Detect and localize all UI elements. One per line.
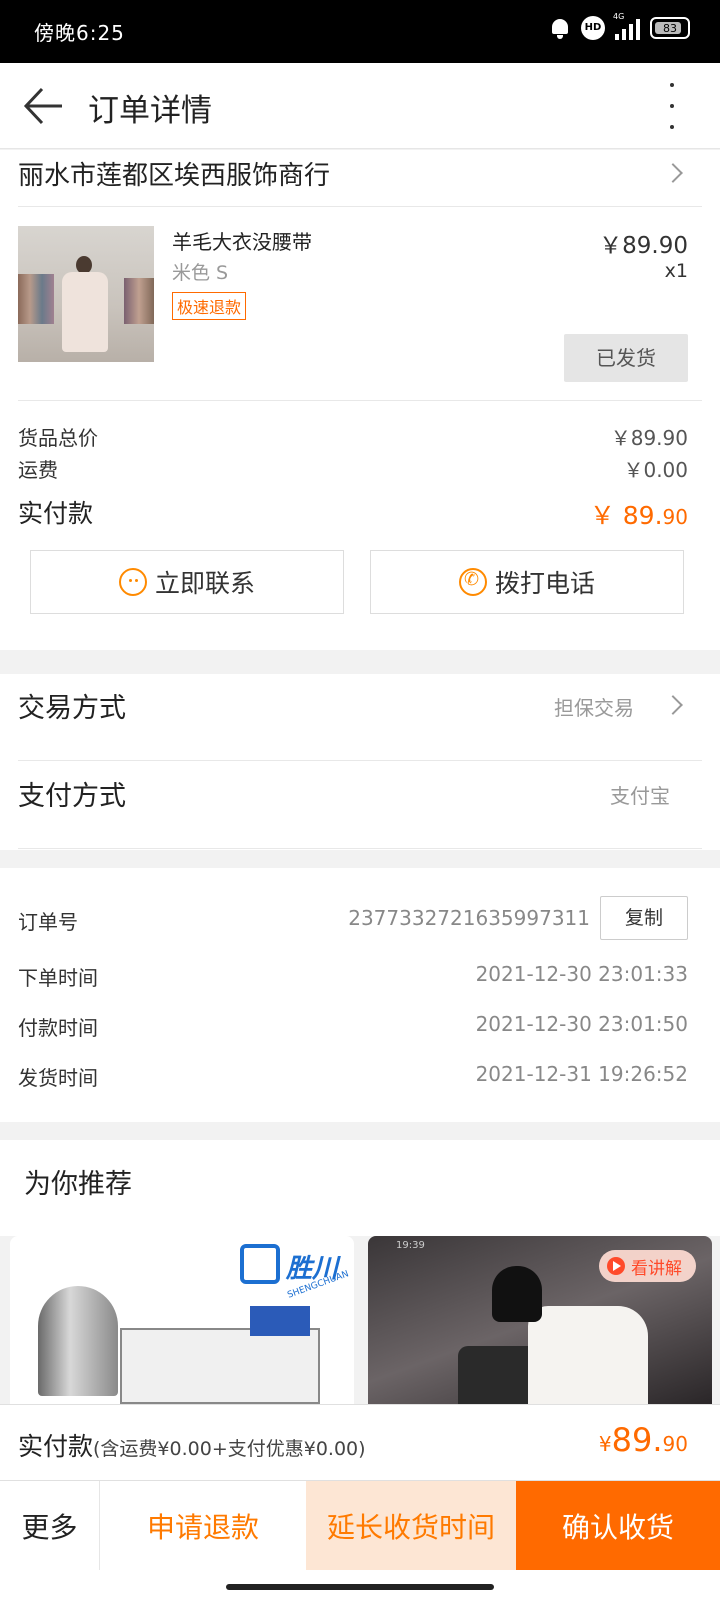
shipped-status-button[interactable]: 已发货 bbox=[564, 334, 688, 382]
chevron-right-icon[interactable] bbox=[663, 163, 683, 183]
trade-method-value[interactable]: 担保交易 bbox=[554, 692, 634, 721]
actual-payment-label: 实付款 bbox=[18, 499, 94, 528]
video-timestamp: 19:39 bbox=[396, 1240, 425, 1251]
phone-icon bbox=[458, 568, 487, 596]
divider bbox=[18, 848, 702, 849]
product-price: ￥89.90 bbox=[599, 233, 688, 259]
battery-icon: 83 bbox=[650, 17, 690, 39]
watch-explanation-badge[interactable]: 看讲解 bbox=[599, 1250, 696, 1282]
recommendations-grid: 胜川 SHENGCHUAN 19:39 看讲解 bbox=[0, 1236, 720, 1404]
shop-name[interactable]: 丽水市莲都区埃西服饰商行 bbox=[18, 155, 330, 192]
status-time: 傍晚6:25 bbox=[34, 21, 125, 45]
product-spec: 米色 S bbox=[172, 262, 229, 284]
contact-seller-label: 立即联系 bbox=[154, 569, 255, 598]
payment-summary-bar: 实付款(含运费¥0.00+支付优惠¥0.00) ¥89.90 bbox=[0, 1404, 720, 1480]
extend-receipt-button[interactable]: 延长收货时间 bbox=[306, 1481, 516, 1570]
product-thumbnail[interactable] bbox=[18, 226, 154, 362]
trade-info-card: 交易方式 担保交易 支付方式 支付宝 bbox=[0, 674, 720, 850]
summary-label: 实付款(含运费¥0.00+支付优惠¥0.00) bbox=[18, 1432, 366, 1461]
order-number-label: 订单号 bbox=[18, 910, 78, 934]
payment-method-label: 支付方式 bbox=[18, 781, 126, 812]
home-indicator[interactable] bbox=[226, 1584, 494, 1590]
order-paid-value: 2021-12-30 23:01:50 bbox=[475, 1012, 688, 1036]
order-created-value: 2021-12-30 23:01:33 bbox=[475, 962, 688, 986]
summary-detail: (含运费¥0.00+支付优惠¥0.00) bbox=[93, 1438, 366, 1460]
more-button[interactable]: 更多 bbox=[0, 1481, 100, 1570]
chat-cat-icon bbox=[118, 568, 147, 596]
battery-level: 83 bbox=[663, 21, 677, 35]
navigation-bar bbox=[0, 1570, 720, 1600]
recommended-product-card[interactable]: 19:39 看讲解 bbox=[368, 1236, 712, 1404]
recommendations-title: 为你推荐 bbox=[24, 1169, 132, 1200]
more-options-icon[interactable] bbox=[668, 83, 676, 129]
product-quantity: x1 bbox=[664, 260, 688, 282]
header: 订单详情 bbox=[0, 63, 720, 149]
order-shipped-label: 发货时间 bbox=[18, 1066, 98, 1090]
brand-logo-icon bbox=[240, 1244, 280, 1284]
hd-icon: HD bbox=[581, 16, 605, 40]
goods-total-label: 货品总价 bbox=[18, 426, 98, 450]
back-arrow-icon[interactable] bbox=[22, 85, 64, 127]
confirm-receipt-button[interactable]: 确认收货 bbox=[516, 1481, 720, 1570]
order-info-card: 订单号 2377332721635997311 复制 下单时间 2021-12-… bbox=[0, 868, 720, 1122]
divider bbox=[18, 760, 702, 761]
contact-seller-button[interactable]: 立即联系 bbox=[30, 550, 344, 614]
signal-icon: 4G bbox=[613, 12, 640, 40]
watch-explanation-label: 看讲解 bbox=[631, 1258, 682, 1279]
call-phone-button[interactable]: 拨打电话 bbox=[370, 550, 684, 614]
apply-refund-button[interactable]: 申请退款 bbox=[100, 1481, 306, 1570]
actual-payment-value: ￥ 89.90 bbox=[589, 501, 688, 530]
shipping-fee-value: ￥0.00 bbox=[623, 458, 688, 482]
call-phone-label: 拨打电话 bbox=[494, 569, 595, 598]
divider bbox=[18, 400, 702, 401]
goods-total-value: ￥89.90 bbox=[610, 426, 688, 450]
trade-method-label: 交易方式 bbox=[18, 693, 126, 724]
bottom-action-bar: 更多 申请退款 延长收货时间 确认收货 bbox=[0, 1480, 720, 1570]
copy-order-number-button[interactable]: 复制 bbox=[600, 896, 688, 940]
order-shipped-value: 2021-12-31 19:26:52 bbox=[475, 1062, 688, 1086]
summary-total: ¥89.90 bbox=[598, 1421, 688, 1459]
status-icons: HD 4G 83 bbox=[549, 12, 690, 40]
recommended-product-card[interactable]: 胜川 SHENGCHUAN bbox=[10, 1236, 354, 1404]
product-name[interactable]: 羊毛大衣没腰带 bbox=[172, 226, 312, 255]
chevron-right-icon[interactable] bbox=[663, 695, 683, 715]
network-type: 4G bbox=[613, 12, 625, 21]
order-created-label: 下单时间 bbox=[18, 966, 98, 990]
notification-bell-icon bbox=[549, 17, 571, 39]
page-title: 订单详情 bbox=[88, 93, 212, 129]
shipping-fee-label: 运费 bbox=[18, 458, 58, 482]
status-bar: 傍晚6:25 HD 4G 83 bbox=[0, 0, 720, 63]
payment-method-value: 支付宝 bbox=[610, 784, 670, 808]
order-paid-label: 付款时间 bbox=[18, 1016, 98, 1040]
order-number-value: 2377332721635997311 bbox=[348, 906, 590, 930]
order-item-card: 丽水市莲都区埃西服饰商行 羊毛大衣没腰带 米色 S 极速退款 ￥89.90 x1… bbox=[0, 150, 720, 650]
play-icon bbox=[607, 1257, 625, 1275]
divider bbox=[18, 206, 702, 207]
fast-refund-tag: 极速退款 bbox=[172, 292, 247, 320]
